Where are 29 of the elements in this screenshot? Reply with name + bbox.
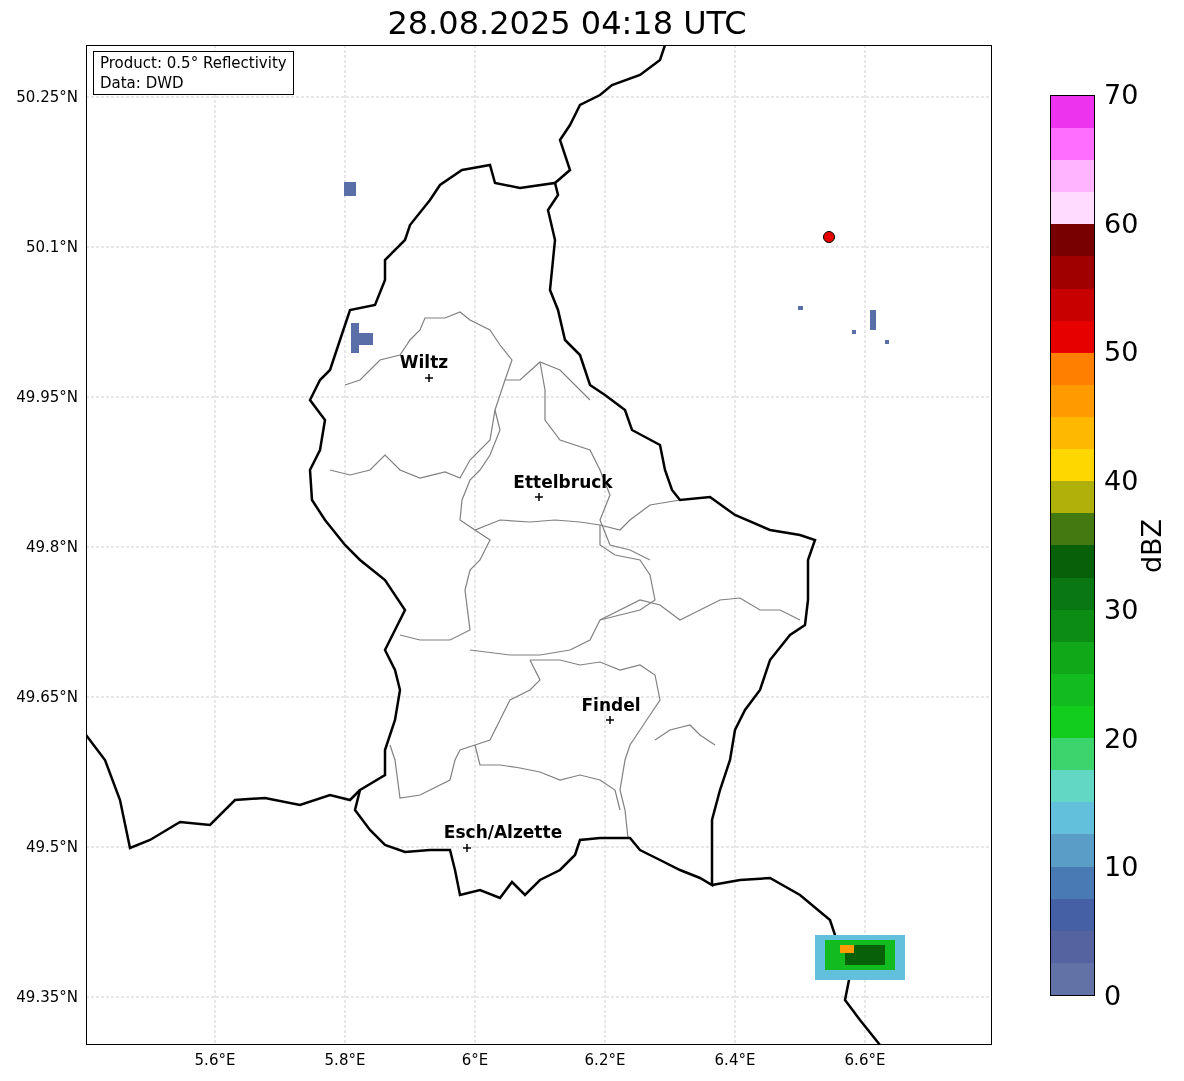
city-label: Wiltz bbox=[399, 352, 449, 372]
city-label: Findel bbox=[581, 695, 641, 715]
longitude-tick-label: 6°E bbox=[461, 1051, 489, 1069]
info-text: Data: DWD bbox=[100, 73, 185, 93]
colorbar-tick-label: 70 bbox=[1104, 80, 1139, 110]
longitude-tick-label: 5.6°E bbox=[194, 1051, 236, 1069]
city-label: Esch/Alzette bbox=[443, 822, 563, 842]
colorbar-axis-label: dBZ bbox=[1137, 518, 1167, 573]
colorbar-tick-label: 10 bbox=[1104, 852, 1139, 883]
latitude-tick-label: 49.65°N bbox=[16, 688, 78, 706]
colorbar-tick-label: 60 bbox=[1104, 208, 1139, 239]
latitude-tick-label: 49.8°N bbox=[25, 538, 78, 556]
city-label: Ettelbruck bbox=[513, 472, 613, 492]
colorbar-tick-label: 0 bbox=[1104, 981, 1122, 1011]
colorbar-tick-label: 50 bbox=[1104, 337, 1139, 368]
latitude-tick-label: 49.95°N bbox=[16, 388, 78, 406]
latitude-tick-label: 49.5°N bbox=[25, 838, 78, 856]
info-text: Product: 0.5° Reflectivity bbox=[100, 53, 287, 73]
longitude-tick-label: 5.8°E bbox=[324, 1051, 366, 1069]
latitude-tick-label: 49.35°N bbox=[16, 988, 78, 1006]
longitude-tick-label: 6.6°E bbox=[844, 1051, 886, 1069]
latitude-tick-label: 50.25°N bbox=[16, 88, 78, 106]
longitude-tick-label: 6.4°E bbox=[714, 1051, 756, 1069]
colorbar-tick-label: 20 bbox=[1104, 723, 1139, 754]
colorbar-tick-label: 40 bbox=[1104, 466, 1139, 497]
longitude-tick-label: 6.2°E bbox=[584, 1051, 626, 1069]
colorbar-tick-label: 30 bbox=[1104, 594, 1139, 625]
latitude-tick-label: 50.1°N bbox=[25, 238, 78, 256]
chart-title: 28.08.2025 04:18 UTC bbox=[387, 3, 747, 44]
